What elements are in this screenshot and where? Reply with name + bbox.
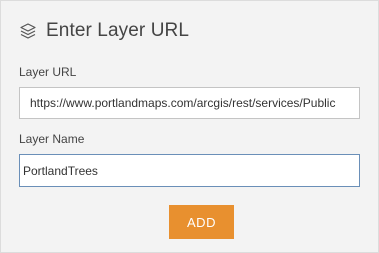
add-button[interactable]: ADD <box>169 205 234 239</box>
layer-url-label: Layer URL <box>19 65 77 79</box>
layer-url-input[interactable] <box>19 87 360 119</box>
layer-name-label: Layer Name <box>19 132 85 146</box>
layer-name-input[interactable] <box>19 154 360 187</box>
panel-header: Enter Layer URL <box>19 18 189 44</box>
enter-layer-url-panel: Enter Layer URL Layer URL Layer Name ADD <box>0 0 379 253</box>
layers-icon <box>19 22 37 40</box>
panel-title: Enter Layer URL <box>46 20 190 41</box>
